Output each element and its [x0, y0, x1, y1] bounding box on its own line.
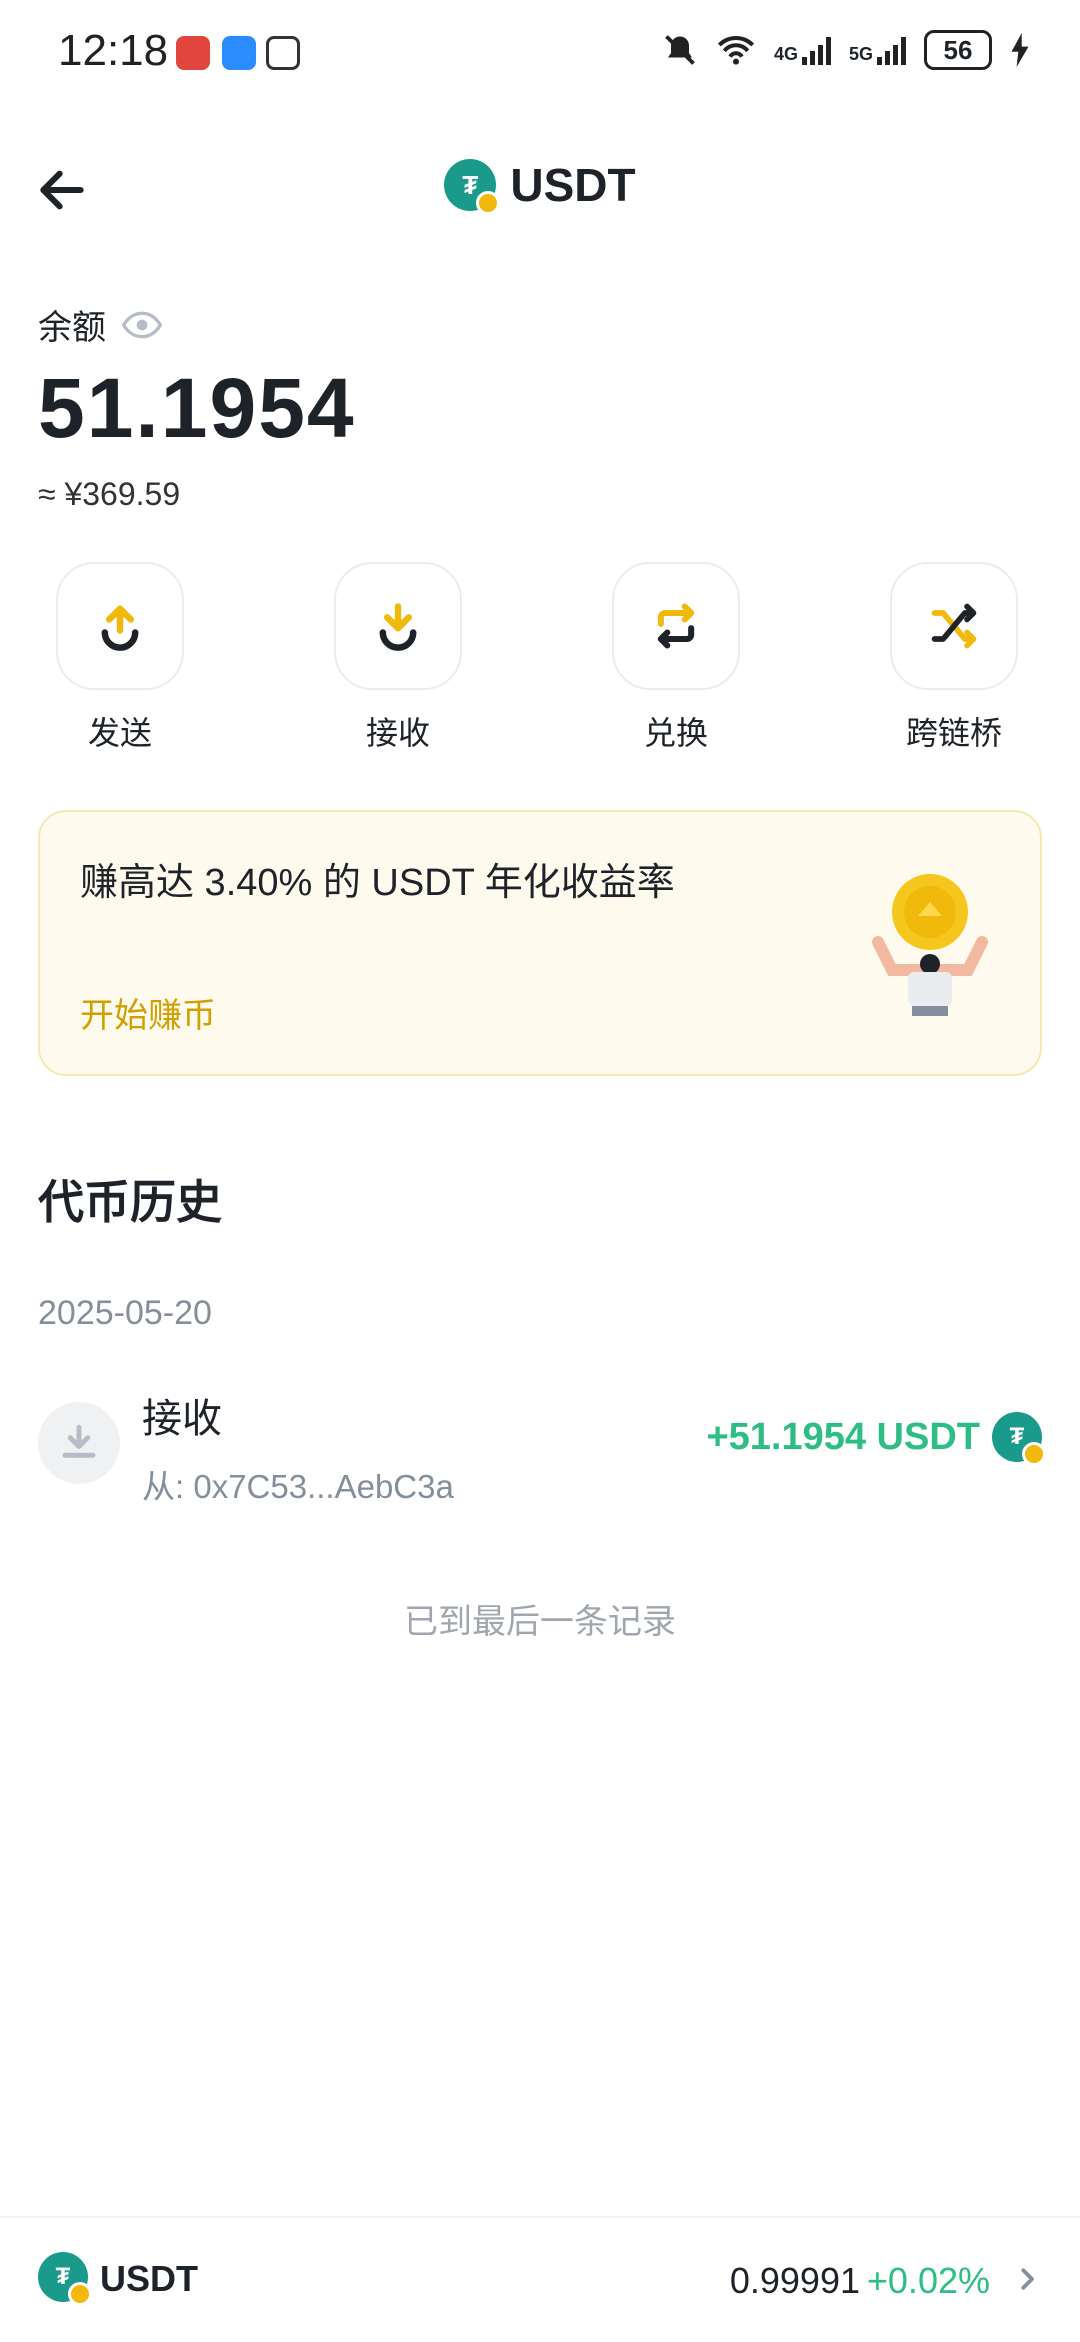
swap-button-circle [612, 562, 740, 690]
bottom-coin-change: +0.02% [866, 2260, 990, 2301]
send-button-circle [56, 562, 184, 690]
transaction-row[interactable]: 接收 从: 0x7C53...AebC3a +51.1954 USDT ₮ [0, 1380, 1080, 1510]
send-label: 发送 [87, 715, 152, 751]
coin-illustration-icon [872, 874, 988, 1016]
battery-indicator: 56 [924, 30, 992, 70]
promo-text: 赚高达 3.40% 的 USDT 年化收益率 [80, 862, 675, 904]
swap-button[interactable]: 兑换 [586, 562, 766, 754]
balance-label-row: 余额 [38, 300, 162, 349]
header: ₮ USDT [0, 150, 1080, 230]
swap-icon [657, 603, 695, 649]
bridge-icon [931, 603, 977, 649]
network-5g-label: 5G [848, 44, 873, 64]
balance-value: 51.1954 [38, 361, 356, 455]
wifi-icon [717, 36, 755, 65]
bridge-button-circle [890, 562, 1018, 690]
swap-label: 兑换 [643, 715, 708, 751]
receive-button-circle [334, 562, 462, 690]
status-indicators: 4G 5G 56 [662, 30, 1030, 70]
transaction-type: 接收 [142, 1397, 222, 1441]
earn-promo-banner[interactable]: 赚高达 3.40% 的 USDT 年化收益率 开始赚币 [38, 810, 1042, 1076]
title-wrap: ₮ USDT [0, 158, 1080, 215]
send-icon [101, 605, 139, 651]
status-bar: 12:18 4G 5G 56 [0, 0, 1080, 110]
balance-label: 余额 [38, 309, 106, 347]
usdt-coin-icon: ₮ [38, 2252, 92, 2306]
bridge-label: 跨链桥 [905, 715, 1002, 751]
status-time: 12:18 [58, 26, 169, 75]
usdt-coin-icon: ₮ [992, 1412, 1046, 1466]
eye-icon[interactable] [122, 310, 162, 340]
page-title: USDT [510, 159, 636, 211]
receive-button[interactable]: 接收 [308, 562, 488, 754]
bottom-coin-name: USDT [100, 2258, 198, 2299]
receive-icon [379, 603, 417, 651]
signal-4g-icon: 4G [774, 35, 831, 65]
usdt-coin-icon: ₮ [444, 159, 501, 215]
history-date: 2025-05-20 [38, 1294, 212, 1332]
chevron-right-icon [1021, 2268, 1034, 2290]
transaction-amount: +51.1954 USDT [706, 1416, 980, 1458]
end-of-list-note: 已到最后一条记录 [404, 1603, 676, 1641]
nfc-icon [266, 36, 300, 70]
start-earning-link[interactable]: 开始赚币 [80, 988, 216, 1037]
action-row: 发送 接收 兑换 跨链桥 [0, 562, 1080, 752]
signal-5g-icon: 5G [849, 35, 906, 65]
huawei-app-icon [176, 36, 210, 70]
receive-tx-icon [38, 1402, 120, 1484]
mute-bell-icon [665, 35, 695, 65]
bottom-price-bar[interactable]: ₮ USDT 0.99991 +0.02% [0, 2216, 1080, 2342]
transaction-from: 从: 0x7C53...AebC3a [142, 1468, 454, 1505]
bridge-button[interactable]: 跨链桥 [864, 562, 1044, 754]
token-history-title: 代币历史 [38, 1176, 222, 1228]
network-4g-label: 4G [773, 44, 798, 64]
receive-label: 接收 [365, 715, 430, 751]
bottom-coin-price: 0.99991 [729, 2260, 860, 2301]
balance-fiat: ≈ ¥369.59 [38, 476, 181, 512]
charging-icon [1011, 33, 1029, 67]
send-button[interactable]: 发送 [30, 562, 210, 754]
search-app-icon [222, 36, 256, 70]
